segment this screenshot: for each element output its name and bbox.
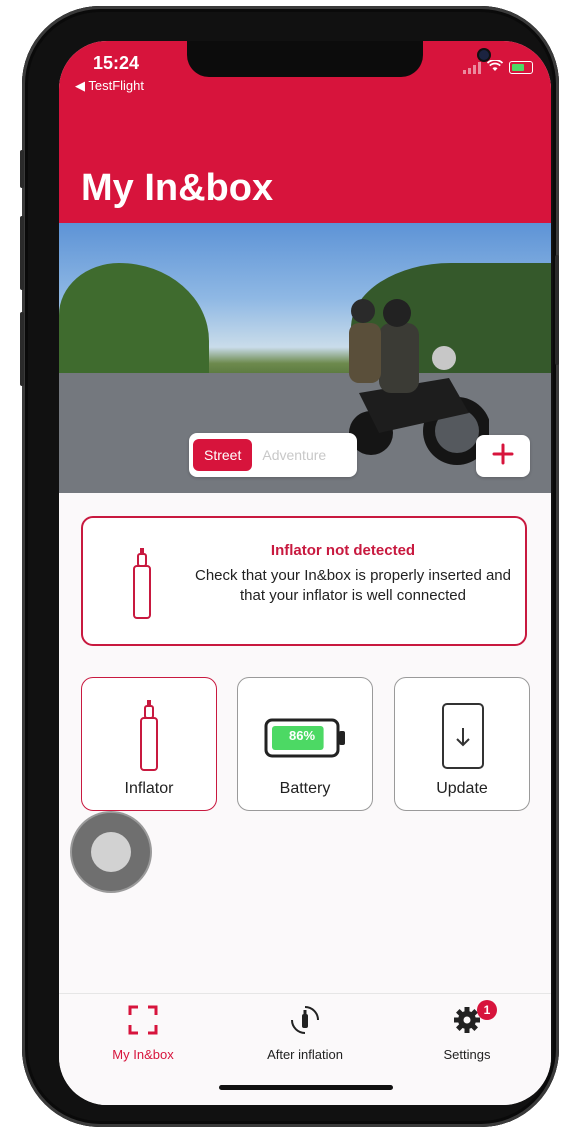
tab-settings[interactable]: 1 Settings xyxy=(407,1000,527,1062)
status-icons xyxy=(463,59,533,76)
assistive-touch-button[interactable] xyxy=(72,813,150,891)
mode-option-adventure[interactable]: Adventure xyxy=(252,439,336,471)
inflator-cartridge-icon xyxy=(131,546,153,627)
back-to-testflight-link[interactable]: ◀ TestFlight xyxy=(75,78,144,94)
tab-settings-label: Settings xyxy=(443,1047,491,1062)
mode-option-street[interactable]: Street xyxy=(193,439,253,471)
volume-up-button xyxy=(20,216,24,290)
tab-after-inflation-label: After inflation xyxy=(267,1047,343,1062)
inflator-cartridge-icon xyxy=(138,698,160,779)
plus-icon xyxy=(491,442,515,471)
status-time: 15:24 xyxy=(93,53,140,73)
power-button xyxy=(555,255,559,365)
hero-photo: Street Adventure xyxy=(59,223,551,493)
inflation-cycle-icon xyxy=(289,1006,321,1040)
tab-my-inbox[interactable]: My In&box xyxy=(83,1004,203,1062)
settings-notification-badge: 1 xyxy=(477,1000,497,1020)
battery-tile[interactable]: 86% Battery xyxy=(237,677,373,811)
alert-title: Inflator not detected xyxy=(270,542,416,559)
battery-tile-label: Battery xyxy=(279,780,331,797)
tab-after-inflation[interactable]: After inflation xyxy=(245,1004,365,1062)
cellular-signal-icon xyxy=(463,61,481,74)
download-update-icon xyxy=(441,702,485,777)
device-notch xyxy=(187,41,489,77)
scan-frame-icon xyxy=(127,1005,159,1040)
tab-my-inbox-label: My In&box xyxy=(112,1047,174,1062)
inflator-alert-card: Inflator not detected Check that your In… xyxy=(81,516,527,646)
alert-message: Check that your In&box is properly inser… xyxy=(194,567,511,604)
mute-switch xyxy=(20,150,24,188)
camera-icon xyxy=(479,50,489,60)
riding-mode-selector: Street Adventure xyxy=(189,433,357,477)
inflator-tile-label: Inflator xyxy=(124,780,174,797)
page-title: My In&box xyxy=(81,167,274,209)
add-button[interactable] xyxy=(476,435,530,477)
battery-level-text: 86% xyxy=(288,728,316,743)
app-screen: 15:24 ◀ TestFlight My In&box Street Adve… xyxy=(59,41,551,1105)
update-tile-label: Update xyxy=(436,780,488,797)
home-indicator xyxy=(219,1085,393,1090)
battery-status-icon xyxy=(509,61,533,74)
volume-down-button xyxy=(20,312,24,386)
update-tile[interactable]: Update xyxy=(394,677,530,811)
inflator-tile[interactable]: Inflator xyxy=(81,677,217,811)
wifi-icon xyxy=(486,59,504,76)
